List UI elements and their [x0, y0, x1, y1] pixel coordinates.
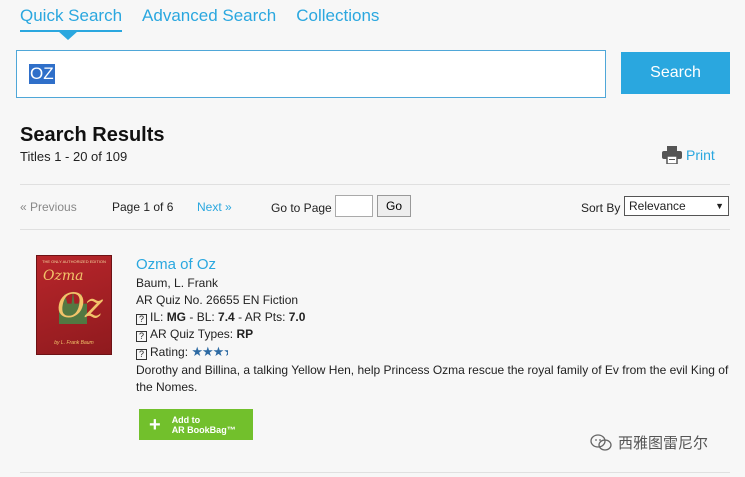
book-cover-image[interactable]: THE ONLY AUTHORIZED EDITION Ozma Oz by L… — [36, 255, 112, 355]
book-info: Ozma of Oz Baum, L. Frank AR Quiz No. 26… — [136, 256, 734, 396]
watermark: 西雅图雷尼尔 — [590, 432, 708, 453]
book-levels: ? IL: MG - BL: 7.4 - AR Pts: 7.0 — [136, 309, 734, 326]
bl-value: 7.4 — [218, 310, 235, 324]
il-value: MG — [166, 310, 187, 324]
il-label: IL: — [150, 310, 167, 324]
go-to-page-input[interactable] — [335, 195, 373, 217]
cover-edition-text: THE ONLY AUTHORIZED EDITION — [42, 259, 106, 264]
cover-title-bottom: Oz — [57, 286, 103, 326]
tab-collections[interactable]: Collections — [296, 6, 379, 32]
bookbag-line1: Add to — [171, 414, 201, 425]
help-icon[interactable]: ? — [136, 314, 147, 325]
bl-label: - BL: — [186, 310, 219, 324]
tab-quick-search[interactable]: Quick Search — [20, 6, 123, 40]
results-title: Search Results — [20, 124, 165, 146]
sort-by-label: Sort By — [581, 201, 621, 215]
sort-select-value: Relevance — [629, 199, 686, 213]
divider — [20, 472, 730, 473]
sort-select[interactable]: Relevance ▼ — [624, 196, 729, 216]
bookbag-line2: AR BookBag™ — [171, 424, 236, 435]
rating-label: Rating: — [150, 345, 192, 359]
book-description: Dorothy and Billina, a talking Yellow He… — [136, 363, 729, 394]
watermark-text: 西雅图雷尼尔 — [618, 435, 709, 452]
book-rating: ?Rating: ★★★★ — [136, 343, 734, 361]
quiz-types-label: AR Quiz Types: — [150, 327, 237, 341]
search-tabs: Quick Search Advanced Search Collections — [20, 6, 379, 40]
chevron-down-icon: ▼ — [715, 201, 724, 211]
divider — [20, 229, 730, 230]
cover-title-top: Ozma — [43, 268, 84, 284]
tab-advanced-search[interactable]: Advanced Search — [142, 6, 276, 32]
page-info: Page 1 of 6 — [112, 200, 174, 214]
rating-stars-icon: ★★★★ — [191, 344, 228, 359]
pts-value: 7.0 — [288, 310, 306, 324]
quiz-types-value: RP — [236, 327, 254, 341]
cover-byline: by L. Frank Baum — [54, 340, 94, 346]
book-author: Baum, L. Frank — [136, 276, 219, 290]
search-input-value: OZ — [29, 64, 55, 84]
printer-icon — [662, 146, 682, 164]
book-quiz-types: ? AR Quiz Types: RP — [136, 326, 734, 343]
book-title-link[interactable]: Ozma of Oz — [136, 256, 734, 274]
help-icon[interactable]: ? — [136, 349, 147, 360]
search-input[interactable]: OZ — [16, 50, 606, 98]
results-count: Titles 1 - 20 of 109 — [20, 149, 128, 164]
divider — [20, 184, 730, 185]
go-button[interactable]: Go — [377, 195, 411, 217]
wechat-icon — [590, 433, 612, 451]
previous-page-link: « Previous — [20, 200, 77, 214]
go-to-page-label: Go to Page — [271, 201, 332, 215]
pts-label: - AR Pts: — [234, 310, 289, 324]
next-page-link[interactable]: Next » — [197, 200, 232, 214]
search-button[interactable]: Search — [621, 52, 730, 94]
help-icon[interactable]: ? — [136, 331, 147, 342]
add-to-bookbag-button[interactable]: + Add to AR BookBag™ — [139, 409, 253, 440]
print-label: Print — [686, 147, 715, 163]
book-quiz-number: AR Quiz No. 26655 EN Fiction — [136, 293, 299, 307]
plus-icon: + — [149, 413, 161, 436]
pager: « Previous Page 1 of 6 Next » Go to Page… — [20, 194, 730, 220]
print-button[interactable]: Print — [662, 146, 715, 164]
